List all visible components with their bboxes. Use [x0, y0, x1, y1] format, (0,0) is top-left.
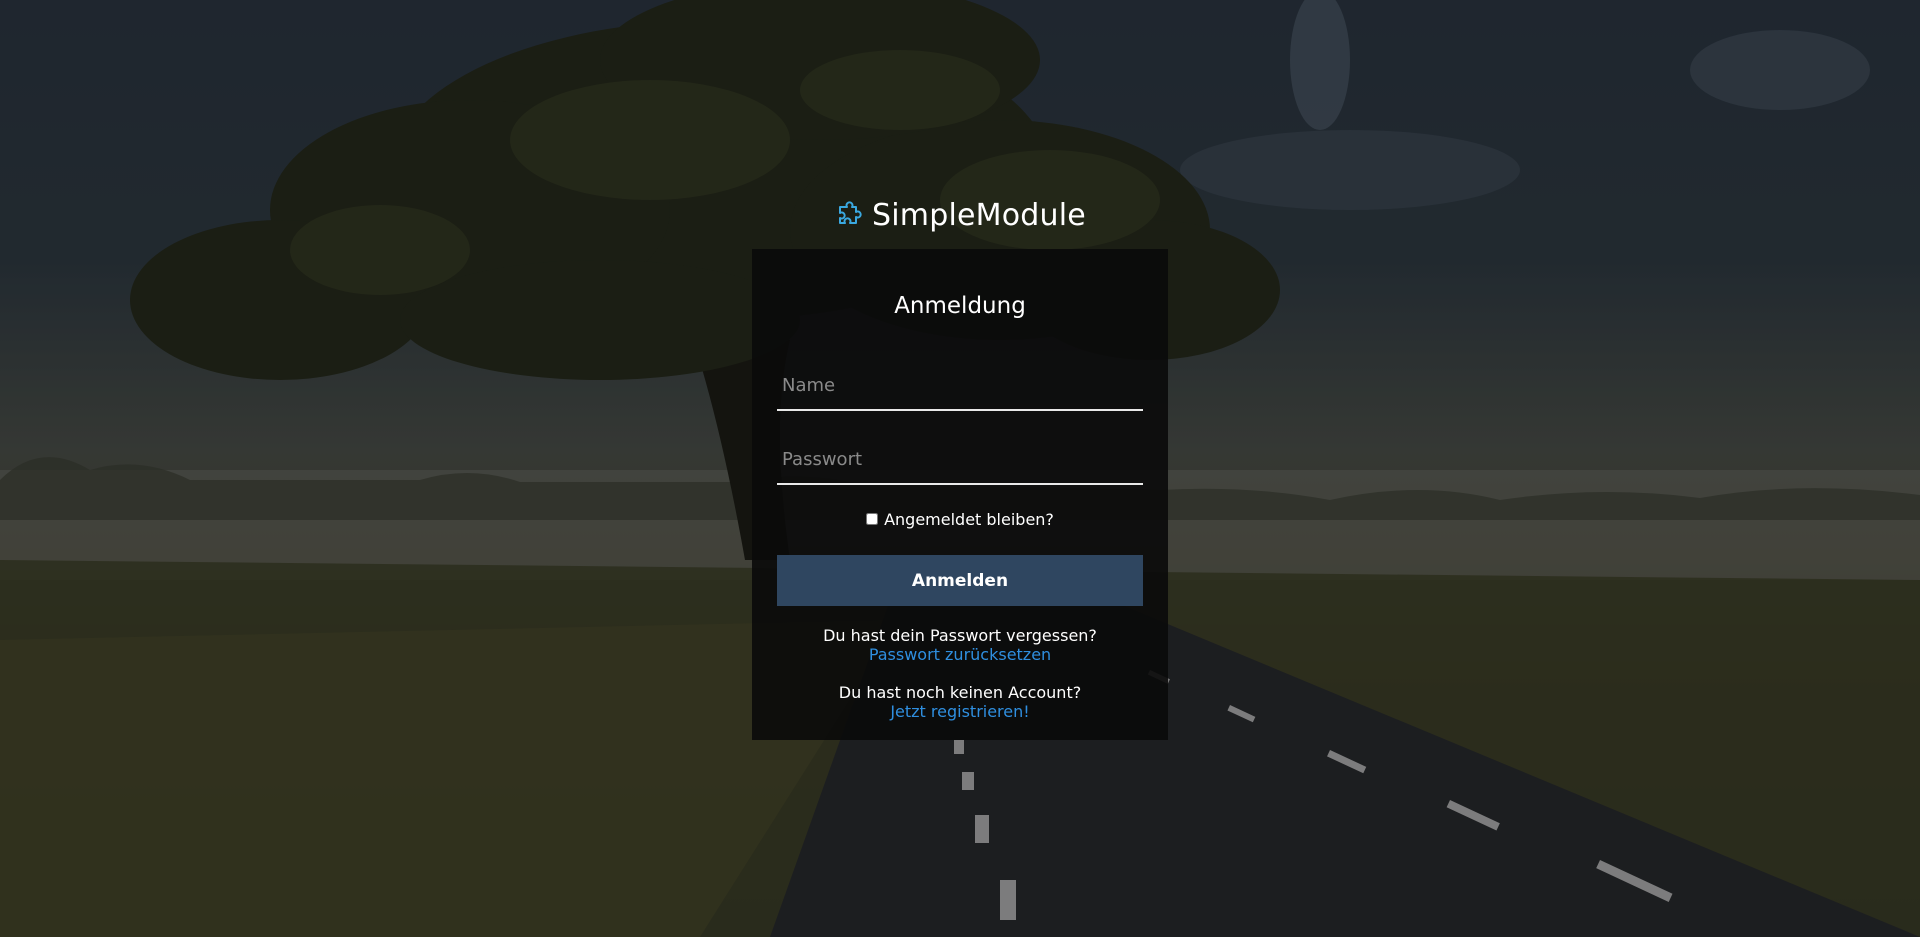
login-button[interactable]: Anmelden	[777, 555, 1143, 606]
remember-checkbox[interactable]	[866, 513, 879, 525]
register-section: Du hast noch keinen Account? Jetzt regis…	[777, 683, 1143, 721]
brand-header: SimpleModule	[0, 190, 1920, 240]
forgot-password-section: Du hast dein Passwort vergessen? Passwor…	[777, 626, 1143, 664]
brand-name: SimpleModule	[872, 197, 1086, 233]
puzzle-piece-icon	[834, 201, 862, 229]
password-input[interactable]	[777, 435, 1143, 483]
reset-password-link[interactable]: Passwort zurücksetzen	[869, 645, 1051, 664]
login-card: Anmeldung Angemeldet bleiben? Anmelden D…	[752, 249, 1168, 740]
remember-me[interactable]: Angemeldet bleiben?	[777, 509, 1143, 529]
register-link[interactable]: Jetzt registrieren!	[890, 702, 1029, 721]
name-field	[777, 361, 1143, 411]
password-field	[777, 435, 1143, 485]
forgot-password-text: Du hast dein Passwort vergessen?	[823, 626, 1097, 645]
remember-label: Angemeldet bleiben?	[884, 509, 1054, 529]
register-text: Du hast noch keinen Account?	[838, 683, 1082, 702]
login-title: Anmeldung	[894, 293, 1026, 319]
name-input[interactable]	[777, 361, 1143, 409]
